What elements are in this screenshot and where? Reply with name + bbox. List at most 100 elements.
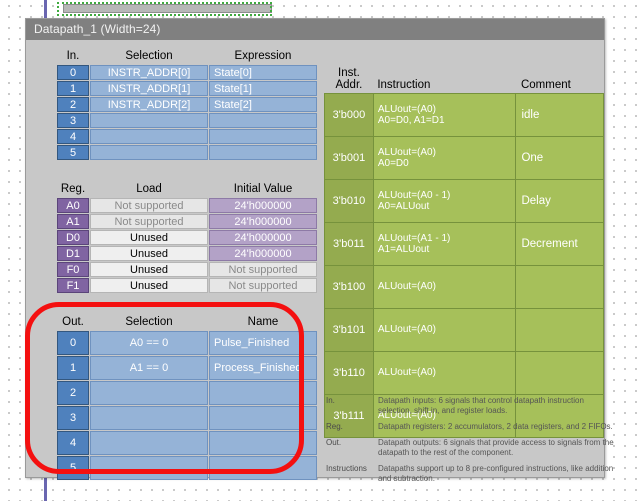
inputs-header-expression: Expression — [234, 50, 292, 62]
instruction-body-2-line1: ALUout=(A0 - 1) — [377, 189, 451, 201]
table-row[interactable]: 0 INSTR_ADDR[0] State[0] — [57, 65, 317, 80]
output-index-0: 0 — [57, 331, 89, 355]
instruction-body-4-line1: ALUout=(A0) — [377, 281, 436, 293]
output-selection-3[interactable] — [90, 406, 208, 430]
instruction-body-3-line2: A1=ALUout — [377, 244, 430, 255]
table-row[interactable]: 2 — [57, 381, 317, 405]
table-row[interactable]: 3'b100 ALUout=(A0) — [324, 265, 604, 309]
input-expression-0[interactable]: State[0] — [209, 65, 317, 80]
outputs-header-name: Name — [247, 316, 279, 328]
register-initial-d0[interactable]: 24'h000000 — [209, 230, 317, 245]
table-row[interactable]: 1 INSTR_ADDR[1] State[1] — [57, 81, 317, 96]
instruction-comment-2[interactable]: Delay — [515, 179, 604, 223]
instruction-header-comment: Comment — [520, 79, 571, 91]
instruction-comment-1[interactable]: One — [515, 136, 604, 180]
input-index-2: 2 — [57, 97, 89, 112]
table-row[interactable]: 3'b010 ALUout=(A0 - 1) A0=ALUout Delay — [324, 179, 604, 223]
table-row[interactable]: 3'b110 ALUout=(A0) — [324, 351, 604, 395]
register-initial-d1[interactable]: 24'h000000 — [209, 246, 317, 261]
input-selection-3[interactable] — [90, 113, 208, 128]
register-load-f1[interactable]: Unused — [90, 278, 208, 293]
output-name-0[interactable]: Pulse_Finished — [209, 331, 317, 355]
register-initial-a0[interactable]: 24'h000000 — [209, 198, 317, 213]
instruction-body-2[interactable]: ALUout=(A0 - 1) A0=ALUout — [372, 179, 517, 223]
outputs-header-index: Out. — [62, 316, 84, 328]
input-index-0: 0 — [57, 65, 89, 80]
table-row[interactable]: 5 — [57, 456, 317, 480]
instruction-body-1[interactable]: ALUout=(A0) A0=D0 — [372, 136, 517, 180]
table-row[interactable]: D0 Unused 24'h000000 — [57, 230, 317, 245]
input-selection-2[interactable]: INSTR_ADDR[2] — [90, 97, 208, 112]
output-selection-4[interactable] — [90, 431, 208, 455]
table-row[interactable]: 3 — [57, 406, 317, 430]
registers-header-initial: Initial Value — [233, 183, 293, 195]
datapath-component-panel[interactable]: Datapath_1 (Width=24) In. Selection Expr… — [25, 18, 614, 483]
legend-desc-reg: Datapath registers: 2 accumulators, 2 da… — [378, 422, 613, 431]
table-row[interactable]: 3'b101 ALUout=(A0) — [324, 308, 604, 352]
output-name-4[interactable] — [209, 431, 317, 455]
table-row[interactable]: A0 Not supported 24'h000000 — [57, 198, 317, 213]
output-name-3[interactable] — [209, 406, 317, 430]
table-row[interactable]: A1 Not supported 24'h000000 — [57, 214, 317, 229]
inputs-table: In. Selection Expression 0 INSTR_ADDR[0]… — [56, 49, 318, 161]
input-selection-0[interactable]: INSTR_ADDR[0] — [90, 65, 208, 80]
registers-table-header-row: Reg. Load Initial Value — [57, 183, 317, 197]
legend-desc-out: Datapath outputs: 6 signals that provide… — [378, 438, 614, 457]
input-expression-4[interactable] — [209, 129, 317, 144]
table-row[interactable]: 3'b011 ALUout=(A1 - 1) A1=ALUout Decreme… — [324, 222, 604, 266]
input-expression-1[interactable]: State[1] — [209, 81, 317, 96]
instruction-comment-3[interactable]: Decrement — [515, 222, 604, 266]
register-load-d1[interactable]: Unused — [90, 246, 208, 261]
table-row[interactable]: F0 Unused Not supported — [57, 262, 317, 277]
output-selection-1[interactable]: A1 == 0 — [90, 356, 208, 380]
instruction-header-addr: Inst. Addr. — [325, 67, 374, 94]
panel-title: Datapath_1 (Width=24) — [26, 19, 604, 40]
table-row[interactable]: 3 — [57, 113, 317, 128]
register-load-f0[interactable]: Unused — [90, 262, 208, 277]
outputs-header-selection: Selection — [125, 316, 173, 328]
table-row[interactable]: 1 A1 == 0 Process_Finished — [57, 356, 317, 380]
table-row[interactable]: D1 Unused 24'h000000 — [57, 246, 317, 261]
legend-table: In. Datapath inputs: 6 signals that cont… — [326, 393, 619, 487]
canvas-root: Datapath_1 (Width=24) In. Selection Expr… — [0, 0, 642, 501]
instruction-body-1-line2: A0=D0 — [377, 158, 409, 169]
instruction-body-6[interactable]: ALUout=(A0) — [372, 351, 517, 395]
instruction-comment-0[interactable]: idle — [515, 93, 604, 137]
output-name-5[interactable] — [209, 456, 317, 480]
input-expression-2[interactable]: State[2] — [209, 97, 317, 112]
input-selection-1[interactable]: INSTR_ADDR[1] — [90, 81, 208, 96]
instruction-body-0[interactable]: ALUout=(A0) A0=D0, A1=D1 — [372, 93, 517, 137]
instruction-body-4[interactable]: ALUout=(A0) — [372, 265, 517, 309]
instruction-header-instruction: Instruction — [377, 79, 431, 91]
table-row[interactable]: 0 A0 == 0 Pulse_Finished — [57, 331, 317, 355]
legend-row: Out. Datapath outputs: 6 signals that pr… — [326, 435, 619, 461]
register-initial-a1[interactable]: 24'h000000 — [209, 214, 317, 229]
table-row[interactable]: 3'b001 ALUout=(A0) A0=D0 One — [324, 136, 604, 180]
register-load-d0[interactable]: Unused — [90, 230, 208, 245]
instruction-header-addr-line1: Inst. — [338, 67, 360, 79]
register-index-d0: D0 — [57, 230, 89, 245]
input-selection-4[interactable] — [90, 129, 208, 144]
output-name-2[interactable] — [209, 381, 317, 405]
instruction-addr-6: 3'b110 — [324, 351, 374, 395]
table-row[interactable]: 3'b000 ALUout=(A0) A0=D0, A1=D1 idle — [324, 93, 604, 137]
instruction-comment-5[interactable] — [515, 308, 604, 352]
input-expression-3[interactable] — [209, 113, 317, 128]
input-expression-5[interactable] — [209, 145, 317, 160]
table-row[interactable]: F1 Unused Not supported — [57, 278, 317, 293]
instruction-body-3-line1: ALUout=(A1 - 1) — [377, 232, 451, 244]
instruction-body-5[interactable]: ALUout=(A0) — [372, 308, 517, 352]
output-name-1[interactable]: Process_Finished — [209, 356, 317, 380]
instruction-comment-4[interactable] — [515, 265, 604, 309]
table-row[interactable]: 2 INSTR_ADDR[2] State[2] — [57, 97, 317, 112]
output-selection-5[interactable] — [90, 456, 208, 480]
table-row[interactable]: 4 — [57, 431, 317, 455]
output-selection-2[interactable] — [90, 381, 208, 405]
legend-term-in: In. — [326, 396, 335, 405]
instruction-body-3[interactable]: ALUout=(A1 - 1) A1=ALUout — [372, 222, 517, 266]
instruction-comment-6[interactable] — [515, 351, 604, 395]
output-selection-0[interactable]: A0 == 0 — [90, 331, 208, 355]
table-row[interactable]: 5 — [57, 145, 317, 160]
table-row[interactable]: 4 — [57, 129, 317, 144]
input-selection-5[interactable] — [90, 145, 208, 160]
